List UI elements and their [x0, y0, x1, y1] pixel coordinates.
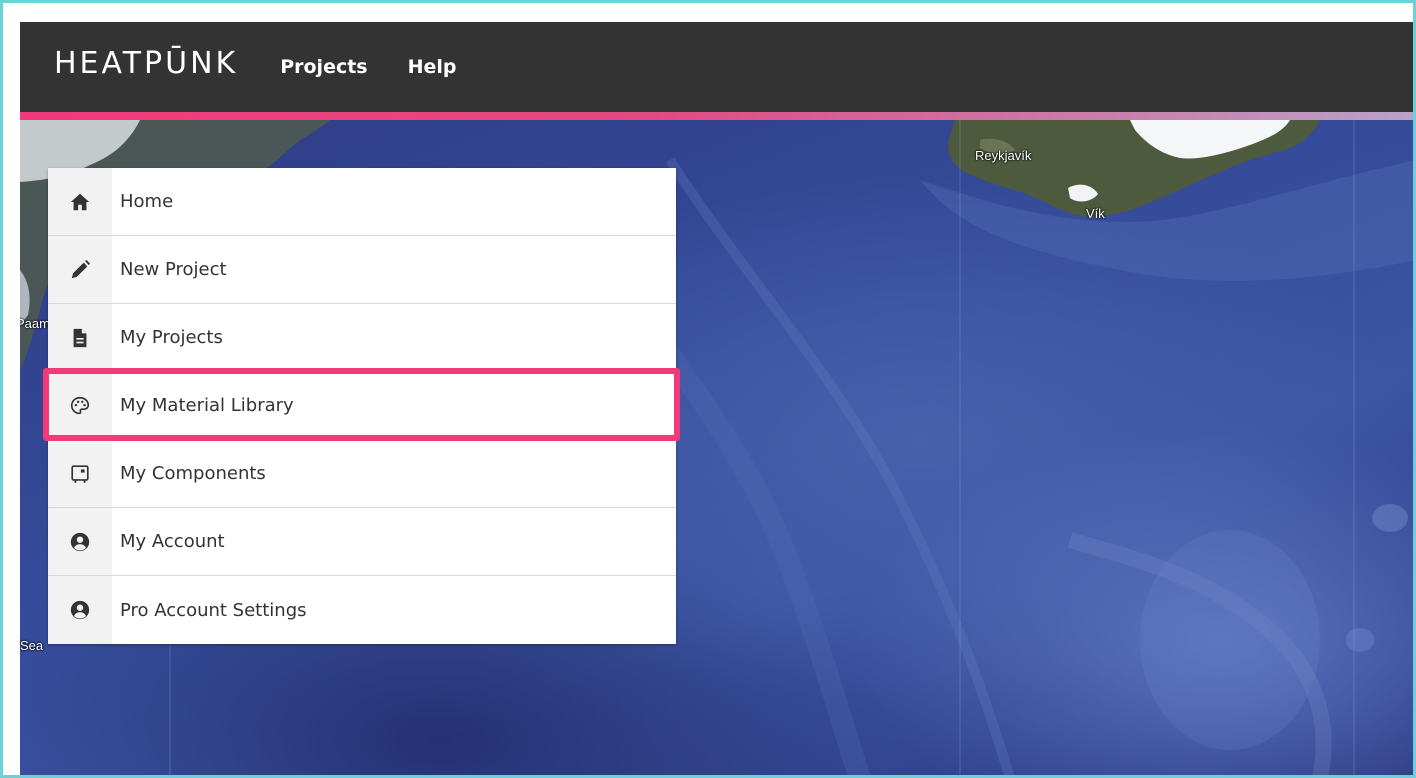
pencil-icon	[48, 236, 112, 303]
app-viewport: HEATPŪNK Projects Help Reykjavík Vík aam…	[20, 22, 1413, 775]
menu-item-new-project[interactable]: New Project	[48, 236, 676, 304]
menu-item-label: New Project	[120, 259, 227, 280]
menu-item-home[interactable]: Home	[48, 168, 676, 236]
top-navbar: HEATPŪNK Projects Help	[20, 22, 1413, 112]
file-icon	[48, 304, 112, 371]
main-menu: Home New Project My Projects My Material…	[48, 168, 676, 644]
menu-item-label: My Projects	[120, 327, 223, 348]
heatpunk-logo[interactable]: HEATPŪNK	[54, 46, 238, 81]
logo-text: HEATPŪNK	[54, 45, 239, 81]
component-icon	[48, 440, 112, 507]
navbar-accent-strip	[20, 112, 1413, 120]
menu-item-label: My Material Library	[120, 395, 294, 416]
menu-item-label: Pro Account Settings	[120, 599, 307, 621]
user-circle-icon	[48, 576, 112, 644]
menu-item-my-components[interactable]: My Components	[48, 440, 676, 508]
map-label-reykjavik: Reykjavík	[975, 148, 1032, 163]
nav-link-projects[interactable]: Projects	[280, 56, 367, 78]
menu-item-pro-account-settings[interactable]: Pro Account Settings	[48, 576, 676, 644]
map-label-sea: Sea	[20, 638, 44, 653]
home-icon	[48, 168, 112, 235]
nav-link-help[interactable]: Help	[408, 56, 457, 78]
menu-item-my-material-library[interactable]: My Material Library	[48, 372, 676, 440]
user-circle-icon	[48, 508, 112, 575]
palette-icon	[48, 372, 112, 439]
screenshot-frame: HEATPŪNK Projects Help Reykjavík Vík aam…	[0, 0, 1416, 778]
menu-item-label: My Components	[120, 463, 266, 484]
menu-item-label: Home	[120, 191, 174, 212]
menu-item-my-projects[interactable]: My Projects	[48, 304, 676, 372]
menu-item-label: My Account	[120, 531, 225, 552]
menu-item-my-account[interactable]: My Account	[48, 508, 676, 576]
map-label-paam: Paam	[20, 316, 50, 331]
map-label-vik: Vík	[1086, 206, 1105, 221]
